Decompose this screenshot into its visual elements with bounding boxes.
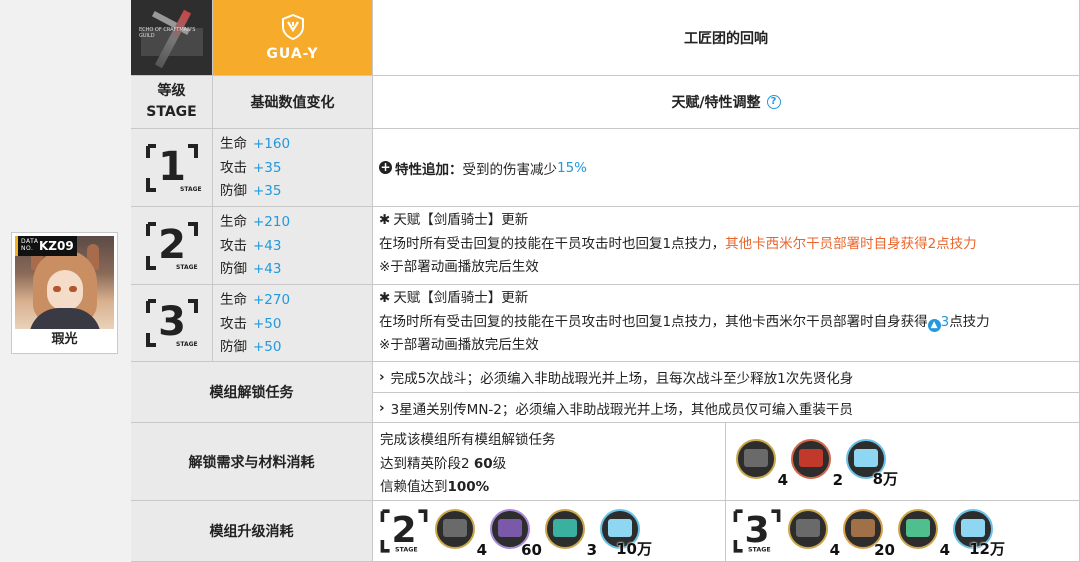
stage-3-icon: 3 STAGE — [131, 285, 213, 362]
stage-1-talent: + 特性追加： 受到的伤害减少 15% — [373, 129, 1080, 207]
stage-2-stats: 生命 +210 攻击 +43 防御 +43 — [213, 207, 373, 285]
talent-header: 天赋/特性调整? — [373, 76, 1080, 129]
module-data-block-icon[interactable]: 4 — [736, 439, 788, 489]
upgrade-cost-label: 模组升级消耗 — [131, 501, 373, 562]
operator-code-tag: DATA NO. KZ09 — [15, 236, 77, 256]
green-material-icon[interactable]: 4 — [898, 509, 950, 559]
svg-text:STAGE: STAGE — [180, 186, 202, 193]
lmd-icon[interactable]: 12万 — [953, 509, 1005, 558]
module-type-code: GUA-Y — [266, 45, 319, 62]
unlock-requirements: 完成该模组所有模组解锁任务 达到精英阶段2 60级 信赖值达到100% — [373, 423, 726, 501]
lmd-icon[interactable]: 10万 — [600, 509, 652, 558]
gear-material-icon[interactable]: 20 — [843, 509, 895, 559]
operator-card[interactable]: DATA NO. KZ09 瑕光 — [11, 232, 118, 354]
module-table: ECHO OF CRAFTMAN'S GUILD GUA-Y 工匠团的回响 等级… — [131, 0, 1080, 562]
unlock-task-1: › 完成5次战斗；必须编入非助战瑕光并上场，且每次战斗至少释放1次先贤化身 — [373, 362, 1080, 393]
upgrade-cost-stage-3: 3 STAGE 4 20 4 12万 — [726, 501, 1080, 562]
svg-text:2: 2 — [391, 510, 416, 551]
stage-2-icon: 2 STAGE — [131, 207, 213, 285]
lmd-icon[interactable]: 8万 — [846, 439, 898, 488]
upgrade-arrow-icon: ▲ — [927, 318, 941, 332]
chevron-right-icon: › — [379, 399, 385, 416]
stage-3-small-icon: 3 STAGE — [733, 509, 781, 554]
asterisk-icon: ✱ — [379, 290, 391, 306]
svg-text:1: 1 — [158, 144, 186, 190]
svg-text:STAGE: STAGE — [176, 264, 198, 271]
stage-header: 等级 STAGE — [131, 76, 213, 129]
svg-text:STAGE: STAGE — [748, 547, 771, 554]
teal-material-icon[interactable]: 3 — [545, 509, 597, 559]
stage-3-stats: 生命 +270 攻击 +50 防御 +50 — [213, 285, 373, 362]
operator-portrait: DATA NO. KZ09 — [15, 236, 114, 329]
module-data-block-icon[interactable]: 4 — [788, 509, 840, 559]
svg-text:STAGE: STAGE — [395, 547, 418, 554]
chevron-right-icon: › — [379, 369, 385, 385]
purple-material-icon[interactable]: 60 — [490, 509, 542, 559]
stage-2-small-icon: 2 STAGE — [380, 509, 428, 554]
stage-1-icon: 1 STAGE — [131, 129, 213, 207]
stage-3-talent: ✱ 天赋【剑盾骑士】更新 在场时所有受击回复的技能在干员攻击时也回复1点技力，其他… — [373, 285, 1080, 362]
stage-1-stats: 生命 +160 攻击 +35 防御 +35 — [213, 129, 373, 207]
svg-text:STAGE: STAGE — [176, 341, 198, 348]
svg-text:3: 3 — [744, 510, 769, 551]
module-type-badge: GUA-Y — [213, 0, 373, 76]
plus-circle-icon: + — [379, 160, 392, 174]
module-data-block-icon[interactable]: 4 — [435, 509, 487, 559]
stats-header: 基础数值变化 — [213, 76, 373, 129]
red-chip-icon[interactable]: 2 — [791, 439, 843, 489]
unlock-task-2: › 3星通关别传MN-2；必须编入非助战瑕光并上场，其他成员仅可编入重装干员 — [373, 393, 1080, 423]
upgrade-cost-stage-2: 2 STAGE 4 60 3 10万 — [373, 501, 726, 562]
stage-2-talent: ✱ 天赋【剑盾骑士】更新 在场时所有受击回复的技能在干员攻击时也回复1点技力，其他… — [373, 207, 1080, 285]
help-icon[interactable]: ? — [766, 95, 781, 109]
unlock-requirements-label: 解锁需求与材料消耗 — [131, 423, 373, 501]
module-image: ECHO OF CRAFTMAN'S GUILD — [131, 0, 213, 76]
svg-text:2: 2 — [158, 222, 186, 268]
svg-text:3: 3 — [158, 299, 186, 345]
asterisk-icon: ✱ — [379, 212, 391, 228]
operator-name: 瑕光 — [51, 332, 78, 347]
unlock-tasks-label: 模组解锁任务 — [131, 362, 373, 423]
module-shield-icon — [281, 13, 304, 40]
module-title: 工匠团的回响 — [373, 0, 1080, 76]
unlock-materials: 4 2 8万 — [726, 423, 1080, 501]
